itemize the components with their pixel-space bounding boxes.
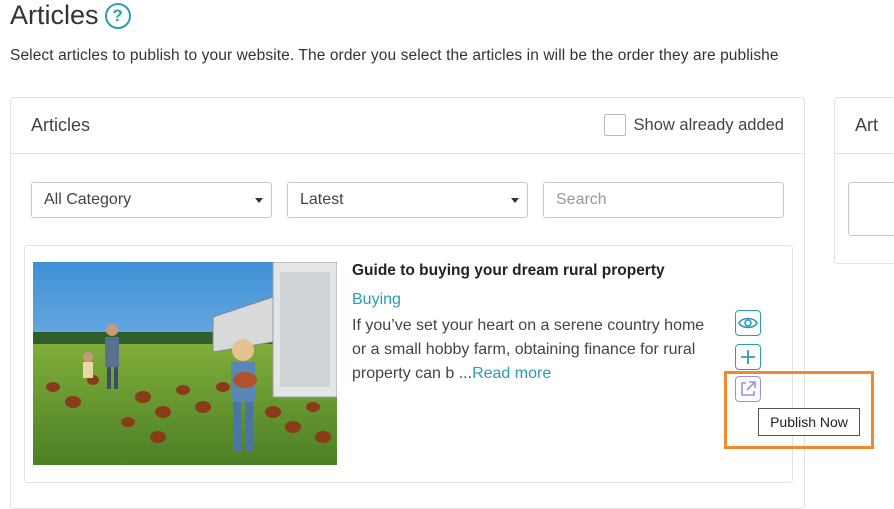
search-placeholder: Search bbox=[556, 191, 607, 208]
selected-articles-input[interactable] bbox=[848, 182, 894, 236]
page-title-text: Articles bbox=[10, 0, 99, 30]
read-more-link[interactable]: Read more bbox=[472, 365, 551, 382]
category-select[interactable]: All Category bbox=[31, 182, 272, 218]
show-already-added-checkbox[interactable] bbox=[603, 114, 626, 136]
article-category: Buying bbox=[352, 291, 401, 308]
sort-select[interactable]: Latest bbox=[287, 182, 528, 218]
show-already-added-label: Show already added bbox=[633, 115, 784, 134]
add-article-button[interactable] bbox=[735, 344, 761, 370]
publish-now-tooltip: Publish Now bbox=[758, 408, 860, 436]
preview-button[interactable] bbox=[735, 310, 761, 336]
articles-panel-title: Articles bbox=[31, 115, 91, 135]
chevron-down-icon bbox=[255, 198, 263, 203]
page-subtitle: Select articles to publish to your websi… bbox=[10, 47, 779, 64]
help-icon[interactable]: ? bbox=[104, 2, 131, 29]
selected-articles-panel: Art bbox=[834, 97, 894, 264]
show-already-added-toggle[interactable]: Show already added bbox=[603, 114, 784, 136]
category-select-value: All Category bbox=[44, 191, 132, 208]
articles-panel: Articles Show already added All Category… bbox=[10, 97, 805, 509]
article-thumbnail[interactable] bbox=[33, 262, 337, 465]
chevron-down-icon bbox=[511, 198, 519, 203]
article-title[interactable]: Guide to buying your dream rural propert… bbox=[352, 262, 665, 280]
search-input[interactable]: Search bbox=[543, 182, 784, 218]
articles-panel-header: Articles Show already added bbox=[11, 98, 804, 154]
page-title: Articles ? bbox=[10, 0, 131, 31]
selected-articles-panel-header: Art bbox=[835, 98, 894, 154]
article-excerpt: If you’ve set your heart on a serene cou… bbox=[352, 314, 712, 386]
selected-articles-panel-title: Art bbox=[855, 115, 879, 135]
article-card: Guide to buying your dream rural propert… bbox=[24, 245, 793, 483]
farm-photo bbox=[33, 262, 337, 465]
sort-select-value: Latest bbox=[300, 191, 344, 208]
eye-icon bbox=[738, 317, 758, 329]
plus-icon bbox=[741, 350, 755, 364]
